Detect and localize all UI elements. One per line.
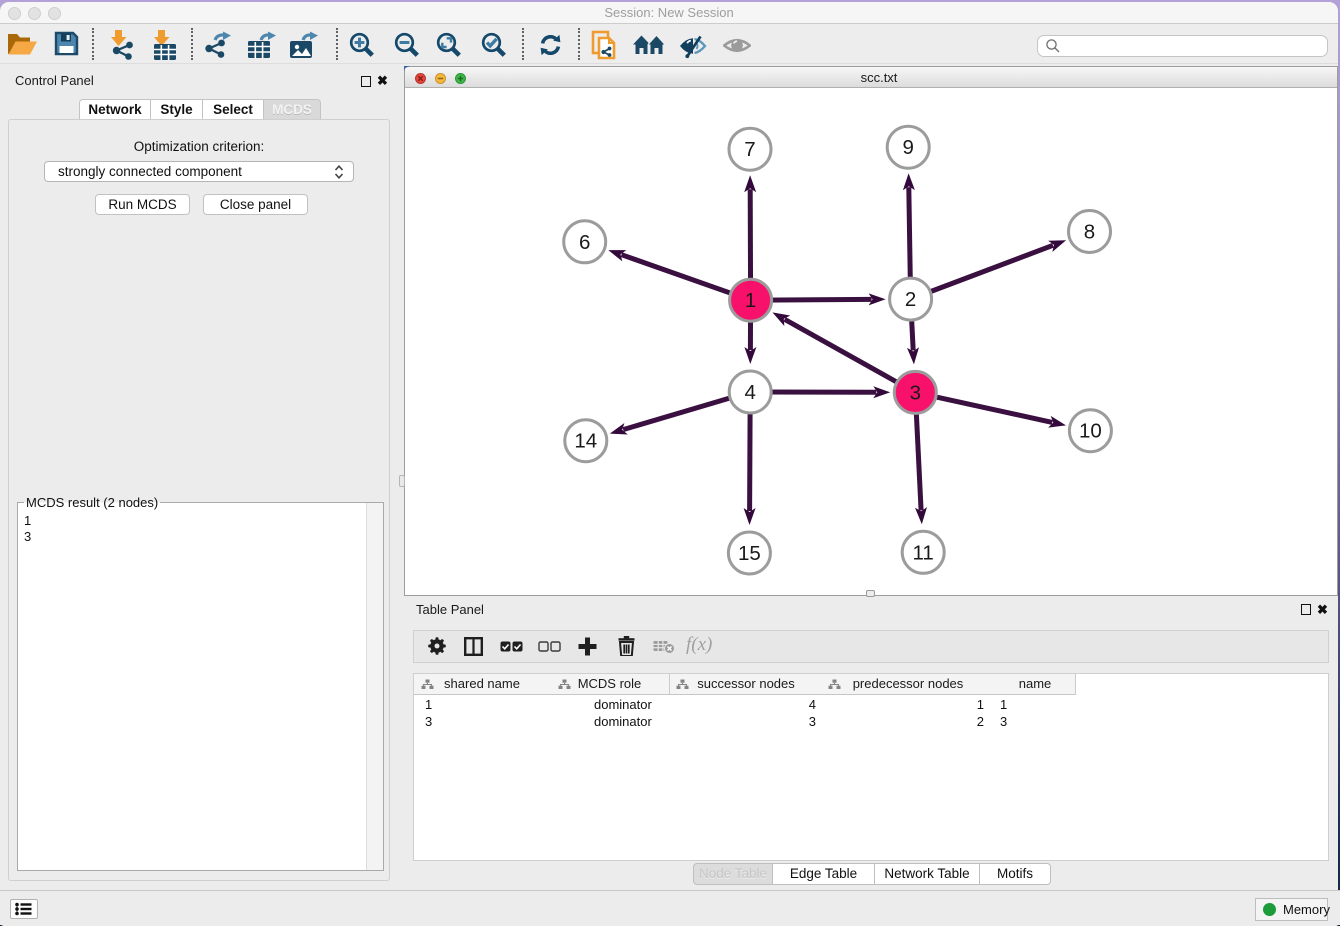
svg-text:6: 6 xyxy=(579,231,590,254)
svg-text:7: 7 xyxy=(744,138,755,161)
svg-text:11: 11 xyxy=(913,541,934,564)
svg-text:8: 8 xyxy=(1084,221,1095,244)
svg-text:3: 3 xyxy=(910,381,921,404)
svg-text:9: 9 xyxy=(902,136,913,159)
svg-text:4: 4 xyxy=(744,381,755,404)
svg-text:10: 10 xyxy=(1079,420,1102,443)
svg-text:2: 2 xyxy=(905,288,916,311)
svg-text:1: 1 xyxy=(745,289,756,312)
svg-text:14: 14 xyxy=(574,430,597,453)
svg-text:15: 15 xyxy=(738,542,761,565)
